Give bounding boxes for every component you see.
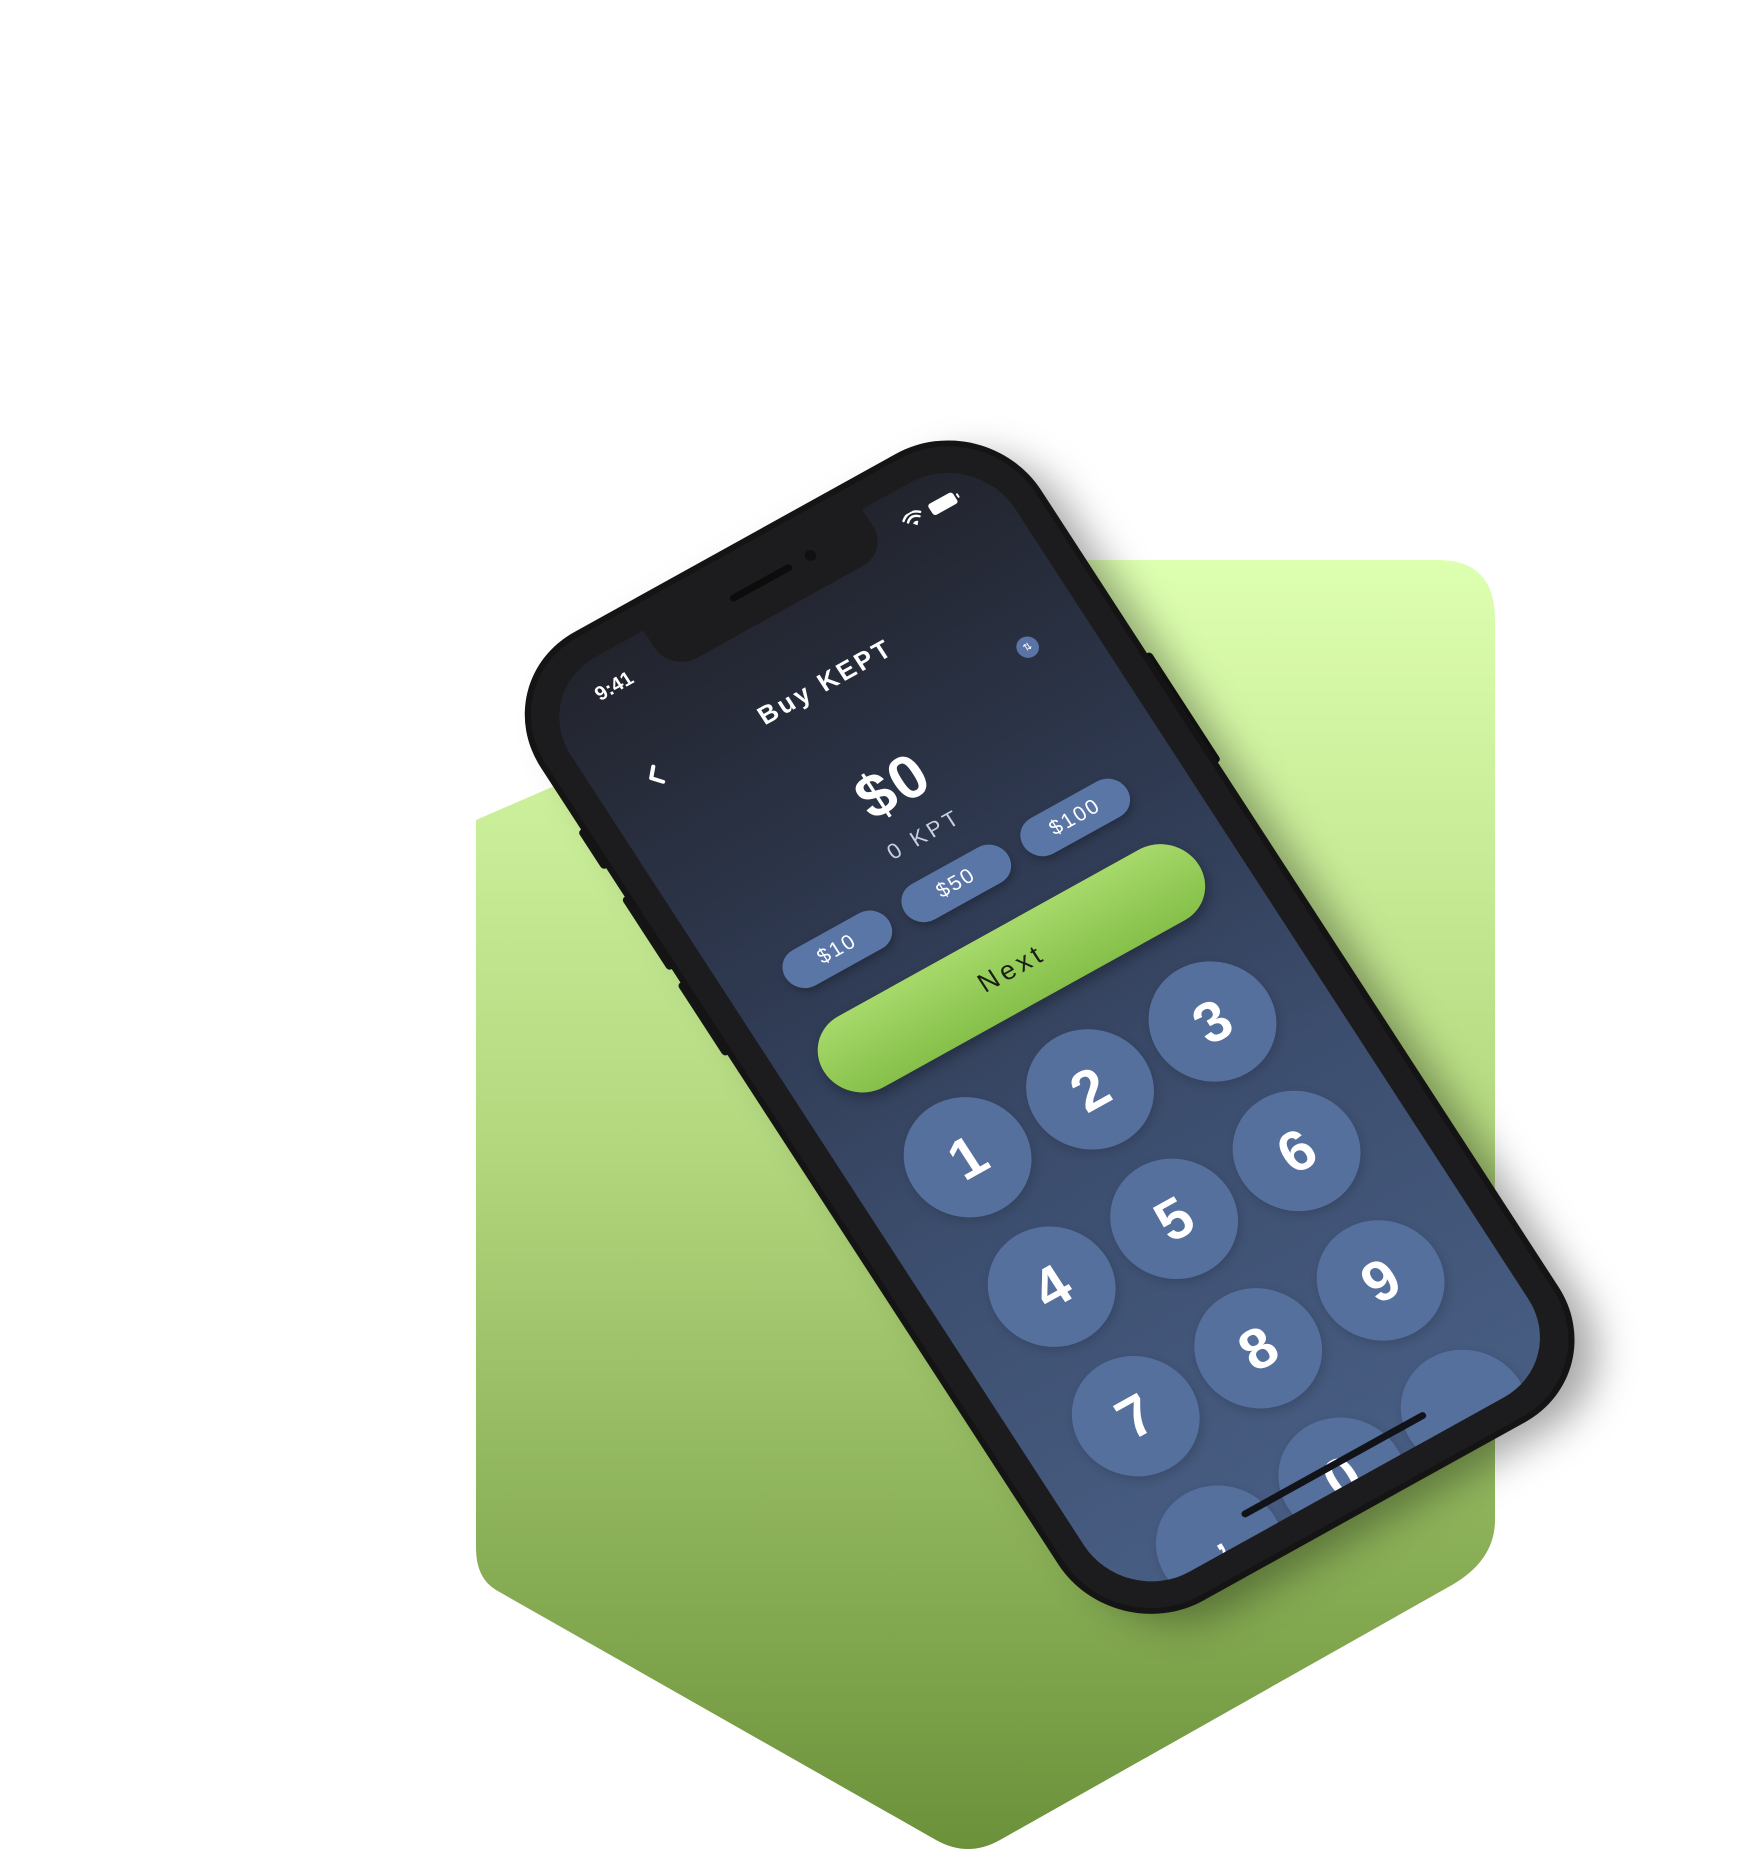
phone-device: 9:41 Buy KEPT ⇅ $0 0 KPT $10 $50 $100 Ne… <box>493 412 1606 1643</box>
front-camera <box>802 548 819 563</box>
status-icons <box>900 490 959 532</box>
wifi-icon <box>900 507 928 531</box>
battery-icon <box>926 491 959 516</box>
swap-vertical-icon[interactable]: ⇅ <box>1012 632 1044 662</box>
page-title: Buy KEPT <box>751 632 899 731</box>
status-time: 9:41 <box>590 667 638 706</box>
phone-screen: 9:41 Buy KEPT ⇅ $0 0 KPT $10 $50 $100 Ne… <box>530 446 1569 1608</box>
numeric-keypad: 1 2 3 4 5 6 7 8 9 , 0 <box>873 935 1560 1608</box>
